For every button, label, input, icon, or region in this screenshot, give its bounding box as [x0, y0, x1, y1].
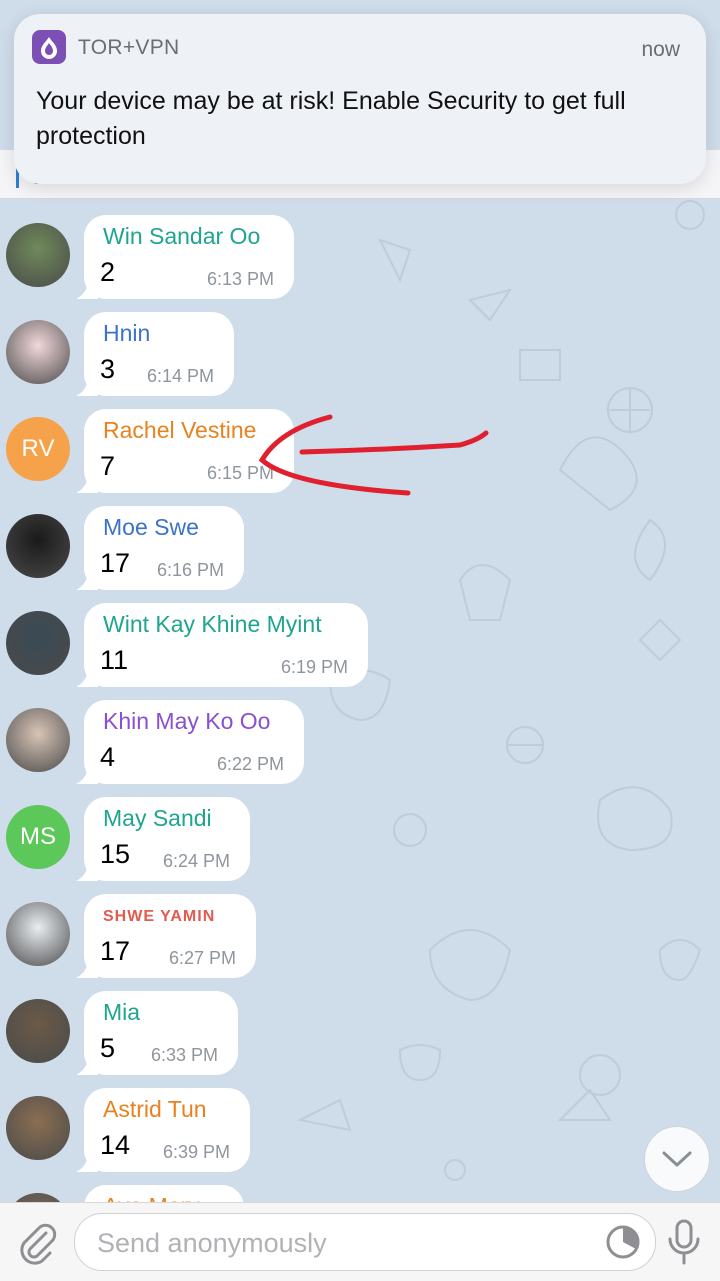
sender-name[interactable]: Mia: [103, 999, 140, 1026]
message-time: 6:13 PM: [206, 269, 274, 289]
notification-message: Your device may be at risk! Enable Secur…: [36, 87, 626, 150]
avatar-photo[interactable]: [6, 320, 70, 384]
message-time: 6:16 PM: [156, 560, 224, 580]
notification-app-name: TOR+VPN: [78, 36, 180, 59]
message-bubble[interactable]: Win Sandar Oo 2 6:13 PM: [84, 215, 294, 299]
message-input[interactable]: Send anonymously: [74, 1213, 656, 1271]
sender-name[interactable]: Hnin: [103, 320, 150, 347]
microphone-icon[interactable]: [664, 1217, 704, 1267]
avatar-photo[interactable]: [6, 514, 70, 578]
sender-name[interactable]: Moe Swe: [103, 514, 199, 541]
message-text: 7: [100, 451, 116, 481]
message-text: 17: [100, 936, 131, 966]
message-time: 6:24 PM: [162, 851, 230, 871]
sender-name[interactable]: Win Sandar Oo: [103, 223, 260, 250]
message-text: 4: [100, 742, 116, 772]
avatar[interactable]: MS: [6, 805, 70, 869]
timer-icon[interactable]: [605, 1224, 641, 1260]
message-row[interactable]: Astrid Tun 14 6:39 PM: [0, 1088, 720, 1178]
message-text: 5: [100, 1033, 116, 1063]
message-time: 6:27 PM: [168, 948, 236, 968]
sender-name[interactable]: Rachel Vestine: [103, 417, 256, 444]
message-row[interactable]: Moe Swe 17 6:16 PM: [0, 506, 720, 596]
message-time: 6:14 PM: [146, 366, 214, 386]
message-row[interactable]: Wint Kay Khine Myint 11 6:19 PM: [0, 603, 720, 693]
message-text: 2: [100, 257, 116, 287]
message-time: 6:33 PM: [150, 1045, 218, 1065]
message-text: 11: [100, 645, 129, 675]
message-time: 6:22 PM: [216, 754, 284, 774]
message-input-placeholder: Send anonymously: [97, 1228, 327, 1258]
message-row[interactable]: Win Sandar Oo 2 6:13 PM: [0, 215, 720, 305]
message-row[interactable]: Khin May Ko Oo 4 6:22 PM: [0, 700, 720, 790]
message-row[interactable]: Mia 5 6:33 PM: [0, 991, 720, 1081]
message-bubble[interactable]: Khin May Ko Oo 4 6:22 PM: [84, 700, 304, 784]
message-text: 15: [100, 839, 131, 869]
message-text: 17: [100, 548, 131, 578]
annotation-arrow: [258, 414, 489, 496]
avatar[interactable]: RV: [6, 417, 70, 481]
sender-name[interactable]: Wint Kay Khine Myint: [103, 611, 322, 638]
message-bubble[interactable]: Wint Kay Khine Myint 11 6:19 PM: [84, 603, 368, 687]
avatar-photo[interactable]: [6, 999, 70, 1063]
message-row[interactable]: Hnin 3 6:14 PM: [0, 312, 720, 402]
message-text: 3: [100, 354, 116, 384]
message-composer: Send anonymously: [0, 1202, 720, 1281]
message-row[interactable]: SHWE YAMIN 17 6:27 PM: [0, 894, 720, 984]
message-row[interactable]: MS May Sandi 15 6:24 PM: [0, 797, 720, 887]
scroll-down-button[interactable]: [644, 1126, 710, 1192]
message-bubble[interactable]: SHWE YAMIN 17 6:27 PM: [84, 894, 256, 978]
avatar-photo[interactable]: [6, 1096, 70, 1160]
message-bubble[interactable]: Mia 5 6:33 PM: [84, 991, 238, 1075]
message-time: 6:19 PM: [280, 657, 348, 677]
message-bubble[interactable]: Astrid Tun 14 6:39 PM: [84, 1088, 250, 1172]
avatar-initials: MS: [20, 823, 56, 850]
message-bubble[interactable]: Moe Swe 17 6:16 PM: [84, 506, 244, 590]
push-notification[interactable]: TOR+VPN now Your device may be at risk! …: [14, 14, 706, 184]
notification-time: now: [641, 38, 680, 61]
avatar-photo[interactable]: [6, 708, 70, 772]
message-text: 14: [100, 1130, 131, 1160]
sender-name[interactable]: Khin May Ko Oo: [103, 708, 270, 735]
message-bubble[interactable]: Hnin 3 6:14 PM: [84, 312, 234, 396]
paperclip-icon[interactable]: [14, 1219, 60, 1265]
sender-name[interactable]: May Sandi: [103, 805, 212, 832]
avatar-photo[interactable]: [6, 223, 70, 287]
message-bubble[interactable]: May Sandi 15 6:24 PM: [84, 797, 250, 881]
chevron-down-icon: [662, 1151, 692, 1167]
avatar-photo[interactable]: [6, 902, 70, 966]
avatar-photo[interactable]: [6, 611, 70, 675]
avatar-initials: RV: [21, 435, 55, 462]
sender-name[interactable]: Astrid Tun: [103, 1096, 207, 1123]
sender-name[interactable]: SHWE YAMIN: [103, 908, 215, 926]
message-time: 6:39 PM: [162, 1142, 230, 1162]
tor-onion-icon: [32, 30, 66, 64]
